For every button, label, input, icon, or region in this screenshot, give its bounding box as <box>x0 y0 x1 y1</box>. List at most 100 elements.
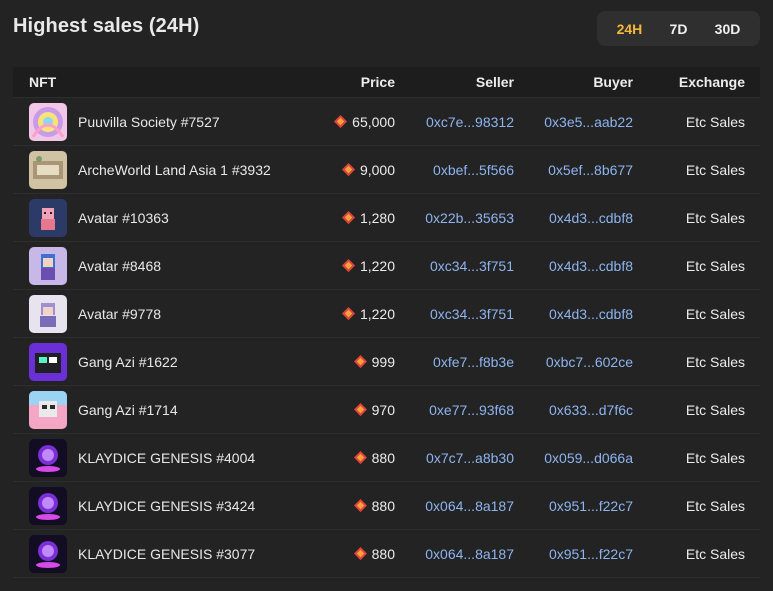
nft-thumbnail[interactable] <box>29 438 67 477</box>
table-row[interactable]: KLAYDICE GENESIS #3424 880 0x064...8a187… <box>13 482 760 530</box>
buyer-address-link[interactable]: 0x951...f22c7 <box>514 498 633 514</box>
nft-name-link[interactable]: ArcheWorld Land Asia 1 #3932 <box>78 162 271 178</box>
seller-address-link[interactable]: 0xc34...3f751 <box>395 258 514 274</box>
buyer-address-link[interactable]: 0x3e5...aab22 <box>514 114 633 130</box>
klay-token-icon <box>353 498 367 513</box>
nft-thumbnail[interactable] <box>29 246 67 285</box>
seller-address-link[interactable]: 0xbef...5f566 <box>395 162 514 178</box>
klay-token-icon <box>353 354 367 369</box>
column-header-seller: Seller <box>475 74 514 90</box>
exchange-label: Etc Sales <box>685 161 745 178</box>
price-value: 880 <box>371 449 395 466</box>
nft-name-link[interactable]: Avatar #8468 <box>78 258 161 274</box>
column-header-price: Price <box>360 74 395 90</box>
table-row[interactable]: KLAYDICE GENESIS #4004 880 0x7c7...a8b30… <box>13 434 760 482</box>
table-row[interactable]: KLAYDICE GENESIS #3077 880 0x064...8a187… <box>13 530 760 578</box>
exchange-label: Etc Sales <box>685 353 745 370</box>
exchange-label: Etc Sales <box>685 449 745 466</box>
seller-address-link[interactable]: 0x7c7...a8b30 <box>395 450 514 466</box>
buyer-address-link[interactable]: 0x4d3...cdbf8 <box>514 306 633 322</box>
nft-name-link[interactable]: Avatar #9778 <box>78 306 161 322</box>
buyer-address-link[interactable]: 0xbc7...602ce <box>514 354 633 370</box>
price-value: 999 <box>371 353 395 370</box>
price-value: 1,280 <box>359 209 395 226</box>
exchange-label: Etc Sales <box>685 497 745 514</box>
price-cell: 880 <box>313 546 395 562</box>
nft-cell: Avatar #10363 <box>13 198 313 237</box>
price-value: 880 <box>371 545 395 562</box>
period-24h-button[interactable]: 24H <box>611 17 649 41</box>
price-value: 1,220 <box>359 257 395 274</box>
period-30d-button[interactable]: 30D <box>709 17 747 41</box>
seller-address-link[interactable]: 0x22b...35653 <box>395 210 514 226</box>
period-7d-button[interactable]: 7D <box>664 17 694 41</box>
nft-cell: Puuvilla Society #7527 <box>13 102 313 141</box>
exchange-label: Etc Sales <box>685 209 745 226</box>
price-cell: 970 <box>313 402 395 418</box>
table-header: NFT Price Seller Buyer Exchange <box>13 67 760 98</box>
buyer-address-link[interactable]: 0x633...d7f6c <box>514 402 633 418</box>
seller-address-link[interactable]: 0xc34...3f751 <box>395 306 514 322</box>
buyer-address-link[interactable]: 0x5ef...8b677 <box>514 162 633 178</box>
klay-token-icon <box>341 306 356 321</box>
sales-table: NFT Price Seller Buyer Exchange Puuvilla <box>13 67 760 578</box>
seller-address-link[interactable]: 0x064...8a187 <box>395 498 514 514</box>
nft-name-link[interactable]: KLAYDICE GENESIS #3077 <box>78 546 255 562</box>
nft-cell: Avatar #9778 <box>13 294 313 333</box>
buyer-address-link[interactable]: 0x951...f22c7 <box>514 546 633 562</box>
table-row[interactable]: Gang Azi #1622 999 0xfe7...f8b3e 0xbc7..… <box>13 338 760 386</box>
nft-thumbnail[interactable] <box>29 294 67 333</box>
nft-thumbnail[interactable] <box>29 486 67 525</box>
nft-thumbnail[interactable] <box>29 534 67 573</box>
table-row[interactable]: Avatar #8468 1,220 0xc34...3f751 0x4d3..… <box>13 242 760 290</box>
nft-name-link[interactable]: Gang Azi #1622 <box>78 354 178 370</box>
nft-name-link[interactable]: Puuvilla Society #7527 <box>78 114 220 130</box>
period-selector: 24H 7D 30D <box>597 11 760 46</box>
buyer-address-link[interactable]: 0x4d3...cdbf8 <box>514 258 633 274</box>
seller-address-link[interactable]: 0xc7e...98312 <box>395 114 514 130</box>
nft-cell: ArcheWorld Land Asia 1 #3932 <box>13 150 313 189</box>
klay-token-icon <box>341 162 356 177</box>
nft-name-link[interactable]: Gang Azi #1714 <box>78 402 178 418</box>
nft-thumbnail[interactable] <box>29 150 67 189</box>
nft-cell: Gang Azi #1714 <box>13 390 313 429</box>
nft-thumbnail[interactable] <box>29 342 67 381</box>
price-cell: 1,220 <box>313 258 395 274</box>
price-cell: 1,220 <box>313 306 395 322</box>
table-row[interactable]: Avatar #10363 1,280 0x22b...35653 0x4d3.… <box>13 194 760 242</box>
nft-thumbnail[interactable] <box>29 102 67 141</box>
nft-cell: KLAYDICE GENESIS #3424 <box>13 486 313 525</box>
table-row[interactable]: Gang Azi #1714 970 0xe77...93f68 0x633..… <box>13 386 760 434</box>
exchange-label: Etc Sales <box>685 257 745 274</box>
column-header-buyer: Buyer <box>593 74 633 90</box>
price-cell: 1,280 <box>313 210 395 226</box>
klay-token-icon <box>353 450 367 465</box>
nft-cell: KLAYDICE GENESIS #4004 <box>13 438 313 477</box>
table-row[interactable]: ArcheWorld Land Asia 1 #3932 9,000 0xbef… <box>13 146 760 194</box>
nft-name-link[interactable]: KLAYDICE GENESIS #3424 <box>78 498 255 514</box>
seller-address-link[interactable]: 0xfe7...f8b3e <box>395 354 514 370</box>
seller-address-link[interactable]: 0xe77...93f68 <box>395 402 514 418</box>
price-value: 9,000 <box>359 161 395 178</box>
nft-thumbnail[interactable] <box>29 390 67 429</box>
nft-name-link[interactable]: Avatar #10363 <box>78 210 169 226</box>
klay-token-icon <box>353 546 367 561</box>
exchange-label: Etc Sales <box>685 305 745 322</box>
nft-name-link[interactable]: KLAYDICE GENESIS #4004 <box>78 450 255 466</box>
price-cell: 880 <box>313 498 395 514</box>
buyer-address-link[interactable]: 0x4d3...cdbf8 <box>514 210 633 226</box>
table-row[interactable]: Puuvilla Society #7527 65,000 0xc7e...98… <box>13 98 760 146</box>
price-cell: 999 <box>313 354 395 370</box>
seller-address-link[interactable]: 0x064...8a187 <box>395 546 514 562</box>
nft-thumbnail[interactable] <box>29 198 67 237</box>
klay-token-icon <box>341 258 356 273</box>
exchange-label: Etc Sales <box>685 545 745 562</box>
price-value: 880 <box>371 497 395 514</box>
column-header-nft: NFT <box>29 74 57 90</box>
panel-title: Highest sales (24H) <box>13 15 200 37</box>
nft-cell: KLAYDICE GENESIS #3077 <box>13 534 313 573</box>
table-row[interactable]: Avatar #9778 1,220 0xc34...3f751 0x4d3..… <box>13 290 760 338</box>
buyer-address-link[interactable]: 0x059...d066a <box>514 450 633 466</box>
nft-cell: Avatar #8468 <box>13 246 313 285</box>
exchange-label: Etc Sales <box>685 401 745 418</box>
